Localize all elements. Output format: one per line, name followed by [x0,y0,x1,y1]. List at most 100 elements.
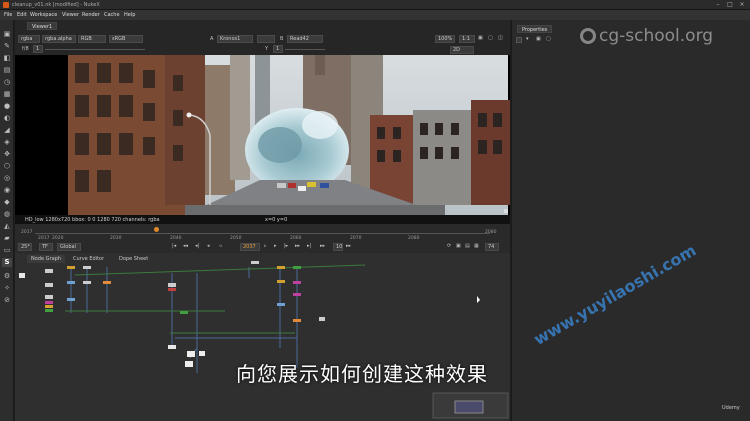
deep-tool-icon[interactable]: ⊘ [2,296,12,305]
close-all-icon[interactable]: ▢ [546,36,551,43]
metadata-tool-icon[interactable]: ◉ [2,186,12,195]
image-tool-icon[interactable]: ◧ [2,54,12,63]
wipe-icon[interactable]: ◫ [498,35,503,42]
nuke-logo-icon [3,2,9,8]
particles-tool-icon[interactable]: ▰ [2,234,12,243]
city-street-image [15,55,510,215]
menu-help[interactable]: Help [124,12,135,18]
tab-viewer1[interactable]: Viewer1 [27,22,58,30]
step-back-icon[interactable]: ◃ [219,243,222,250]
lock-icon[interactable]: ▣ [478,35,483,42]
tf-dropdown[interactable]: TF [39,243,53,251]
menu-cache[interactable]: Cache [104,12,120,18]
input-a-dropdown[interactable]: Kronos1 [217,35,253,43]
step-forward-icon[interactable]: ▹ [264,243,267,250]
cache-icon[interactable]: ▦ [474,243,479,250]
gear-logo-icon [580,28,596,44]
other-tool-icon[interactable]: ◍ [2,210,12,219]
roi-icon[interactable]: ▢ [488,35,493,42]
views-tool-icon[interactable]: ◎ [2,174,12,183]
gizmo-tool-icon[interactable]: ⚙ [2,272,12,281]
script-tool-icon[interactable]: S [2,258,12,267]
mouse-cursor-icon [477,296,480,303]
tick-label-2030: 2030 [110,236,122,241]
gain-slider[interactable] [45,49,145,50]
mode-dropdown[interactable]: 2D [450,46,474,54]
gamma-field[interactable]: 1 [273,45,283,53]
gamma-slider[interactable] [285,49,325,50]
menu-viewer[interactable]: Viewer [62,12,79,18]
paint-tool-icon[interactable]: ✎ [2,42,12,51]
select-tool-icon[interactable]: ▣ [2,30,12,39]
3d-tool-icon[interactable]: ⬡ [2,162,12,171]
menu-file[interactable]: File [4,12,12,18]
input-mode-dropdown[interactable] [257,35,275,43]
keyer-tool-icon[interactable]: ◢ [2,126,12,135]
current-frame-field[interactable]: 2037 [240,243,260,251]
playhead-marker[interactable] [154,227,159,232]
prev-key-icon[interactable]: ◂◂ [183,243,188,250]
viewer-info-bar: HD_low 1280x720 bbox: 0 0 1280 720 chann… [15,215,510,224]
close-icon[interactable]: × [738,1,746,9]
zoom-dropdown[interactable]: 100% [435,35,455,43]
channel-tool-icon[interactable]: ▦ [2,90,12,99]
ocula-tool-icon[interactable]: ▭ [2,246,12,255]
colorspace-dropdown-b[interactable]: sRGB [109,35,143,43]
bounce-icon[interactable]: ▣ [456,243,461,250]
minimize-icon[interactable]: – [714,1,722,9]
gain-label: f/8 [22,46,29,52]
prev-frame-icon[interactable]: ◂| [195,243,199,250]
viewer-image[interactable] [15,55,510,215]
fps-dropdown[interactable]: 25* [18,243,32,251]
viewer-scrollbar[interactable] [504,209,508,213]
timeline-panel: 2017 2017 2020 2030 2040 2050 2060 2070 … [15,224,510,254]
colorspace-dropdown-a[interactable]: RGB [78,35,106,43]
tab-properties[interactable]: Properties [517,25,553,33]
input-b-dropdown[interactable]: Read42 [287,35,323,43]
next-key-icon[interactable]: ▸▸ [295,243,300,250]
color-tool-icon[interactable]: ● [2,102,12,111]
tick-label-2020: 2020 [52,236,64,241]
tick-label-2070: 2070 [350,236,362,241]
alpha-dropdown[interactable]: rgba.alpha [42,35,76,43]
gain-field[interactable]: 1 [33,45,43,53]
menu-bar: File Edit Workspace Viewer Render Cache … [0,10,750,20]
menu-workspace[interactable]: Workspace [30,12,57,18]
transform-tool-icon[interactable]: ✥ [2,150,12,159]
flipbook-icon[interactable]: ▤ [465,243,470,250]
maximize-icon[interactable]: □ [726,1,734,9]
plugin-tool-icon[interactable]: ✧ [2,284,12,293]
tool-sidebar: ▣ ✎ ◧ ▤ ◷ ▦ ● ◐ ◢ ◈ ✥ ⬡ ◎ ◉ ◆ ◍ ◭ ▰ ▭ S … [0,20,14,421]
title-bar: cleanup_v01.nk [modified] - NukeX – □ × [0,0,750,10]
step-skip-icon[interactable]: ▸▸ [320,243,325,250]
draw-tool-icon[interactable]: ▤ [2,66,12,75]
loop-icon[interactable]: ⟳ [447,243,451,250]
play-forward-icon[interactable]: ▸ [274,243,277,250]
node-graph-canvas[interactable] [15,253,510,421]
goto-start-icon[interactable]: |◂ [172,243,176,250]
min-panels-icon[interactable]: ▾ [526,36,529,43]
properties-count-field[interactable] [516,37,522,43]
float-panel-icon[interactable]: ▣ [536,36,541,43]
tick-label-2017: 2017 [38,236,50,241]
toolsets-tool-icon[interactable]: ◆ [2,198,12,207]
pixel-coords: x=0 y=0 [265,217,288,223]
tick-label-2060: 2060 [290,236,302,241]
merge-tool-icon[interactable]: ◈ [2,138,12,147]
play-back-icon[interactable]: ◂ [207,243,210,250]
filter-tool-icon[interactable]: ◐ [2,114,12,123]
global-dropdown[interactable]: Global [57,243,81,251]
channels-dropdown[interactable]: rgba [18,35,40,43]
furnace-tool-icon[interactable]: ◭ [2,222,12,231]
ratio-dropdown[interactable]: 1:1 [459,35,475,43]
next-frame-icon[interactable]: |▸ [284,243,288,250]
time-tool-icon[interactable]: ◷ [2,78,12,87]
goto-end-icon[interactable]: ▸| [307,243,311,250]
timeline-ruler[interactable] [35,233,490,234]
skip-forward-icon[interactable]: ▸▸ [346,243,351,250]
menu-edit[interactable]: Edit [17,12,27,18]
end-frame-field[interactable]: 74 [485,243,499,251]
menu-render[interactable]: Render [82,12,100,18]
step-field[interactable]: 10 [333,243,343,251]
node-graph-panel[interactable]: Node Graph Curve Editor Dope Sheet [15,253,510,421]
